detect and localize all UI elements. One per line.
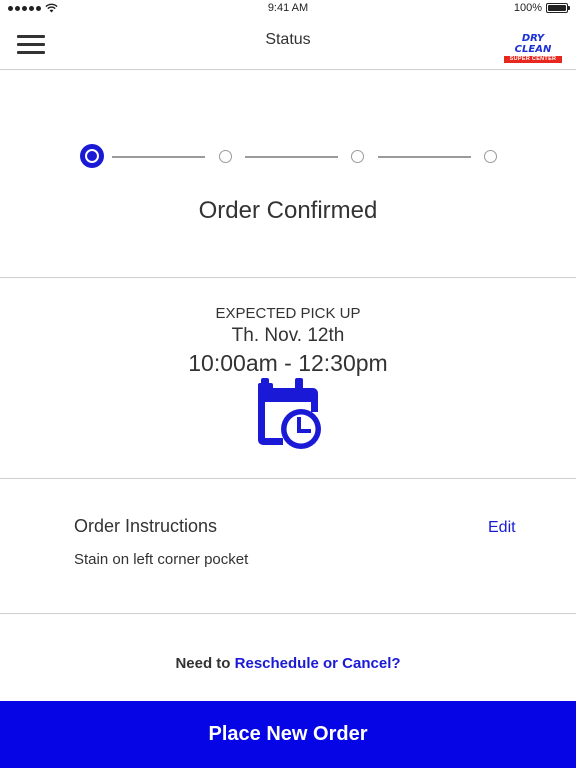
- battery-icon: [546, 3, 570, 13]
- logo-line1: DRY CLEAN: [514, 33, 552, 55]
- pickup-label: EXPECTED PICK UP: [215, 305, 361, 322]
- order-stepper: [80, 144, 498, 168]
- instructions-text: Stain on left corner pocket: [74, 551, 249, 568]
- step-connector: [112, 156, 205, 158]
- brand-logo: DRY CLEAN SUPER CENTER: [504, 33, 562, 63]
- battery-area: 100%: [513, 2, 570, 14]
- step-connector: [378, 156, 471, 158]
- pickup-section: EXPECTED PICK UP Th. Nov. 12th 10:00am -…: [0, 278, 576, 479]
- order-status-title: Order Confirmed: [198, 197, 378, 224]
- status-time: 9:41 AM: [267, 2, 309, 14]
- battery-percent: 100%: [513, 2, 542, 14]
- edit-instructions-link[interactable]: Edit: [488, 519, 516, 537]
- progress-section: Order Confirmed: [0, 70, 576, 278]
- step-3: [351, 150, 364, 163]
- step-1-active: [80, 144, 104, 168]
- instructions-section: Order Instructions Edit Stain on left co…: [0, 479, 576, 614]
- page-title: Status: [265, 31, 311, 48]
- pickup-date: Th. Nov. 12th: [231, 325, 345, 346]
- step-connector: [245, 156, 338, 158]
- reschedule-prefix: Need to: [175, 655, 235, 672]
- instructions-title: Order Instructions: [74, 516, 218, 536]
- step-2: [219, 150, 232, 163]
- pickup-time: 10:00am - 12:30pm: [188, 350, 388, 376]
- calendar-clock-icon: [258, 378, 321, 449]
- nav-bar: Status DRY CLEAN SUPER CENTER: [0, 20, 576, 70]
- reschedule-prompt: Need to Reschedule or Cancel?: [0, 655, 576, 672]
- status-bar: 9:41 AM 100%: [0, 0, 576, 20]
- step-4: [484, 150, 497, 163]
- logo-line2: SUPER CENTER: [504, 56, 562, 63]
- place-new-order-button[interactable]: Place New Order: [0, 701, 576, 768]
- reschedule-cancel-link[interactable]: Reschedule or Cancel?: [235, 655, 401, 672]
